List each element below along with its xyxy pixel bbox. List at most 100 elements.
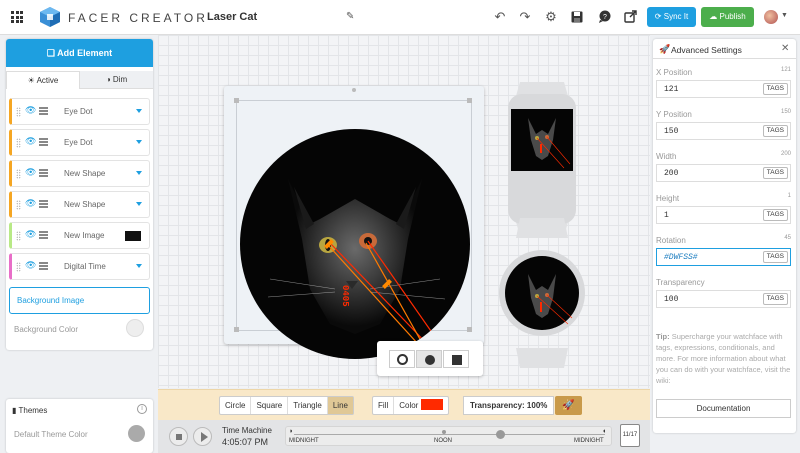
resize-handle[interactable]: [234, 327, 239, 332]
tags-button[interactable]: TAGS: [762, 293, 788, 305]
rotation-field[interactable]: TAGS: [656, 248, 791, 266]
eye-icon[interactable]: 👁: [25, 167, 36, 178]
y-position-field[interactable]: TAGS: [656, 122, 791, 140]
drag-handle-icon[interactable]: [16, 107, 21, 117]
tab-active[interactable]: ☀ Active: [6, 71, 80, 89]
tags-button[interactable]: TAGS: [762, 83, 788, 95]
align-icon: [39, 138, 48, 147]
background-color-swatch[interactable]: [126, 319, 144, 337]
stop-button[interactable]: [169, 427, 188, 446]
rocket-icon[interactable]: 🚀: [555, 396, 582, 415]
x-position-hint: 121: [780, 67, 791, 73]
eye-icon[interactable]: 👁: [25, 105, 36, 116]
round-watch-preview[interactable]: [498, 218, 586, 368]
layer-label: Eye Dot: [64, 138, 93, 147]
mask-circle-button[interactable]: [416, 350, 442, 368]
chat-help-icon[interactable]: ?: [598, 10, 611, 23]
eye-icon[interactable]: 👁: [25, 198, 36, 209]
chevron-down-icon[interactable]: [136, 109, 142, 113]
color-swatch[interactable]: [421, 399, 444, 410]
settings-gear-icon[interactable]: ⚙: [543, 9, 559, 25]
facer-logo-icon: [40, 7, 60, 27]
width-field[interactable]: TAGS: [656, 164, 791, 182]
tags-button[interactable]: TAGS: [762, 251, 788, 263]
transparency-control[interactable]: Transparency: 100%: [463, 396, 555, 415]
drag-handle-icon[interactable]: [16, 169, 21, 179]
rotation-input[interactable]: [657, 249, 757, 265]
x-position-input[interactable]: [657, 81, 757, 97]
tags-button[interactable]: TAGS: [762, 125, 788, 137]
tab-dim[interactable]: ◑ Dim: [80, 71, 153, 89]
chevron-down-icon[interactable]: [136, 264, 142, 268]
info-icon[interactable]: i: [137, 404, 147, 414]
drag-handle-icon[interactable]: [16, 138, 21, 148]
resize-handle[interactable]: [234, 98, 239, 103]
mask-square-button[interactable]: [443, 350, 469, 368]
square-watch-preview[interactable]: [504, 82, 580, 236]
layer-item[interactable]: 👁 Eye Dot: [9, 98, 150, 125]
time-slider[interactable]: ◗ ◖ MIDNIGHT NOON MIDNIGHT: [285, 426, 612, 446]
drag-handle-icon[interactable]: [16, 200, 21, 210]
layer-item[interactable]: 👁 Digital Time: [9, 253, 150, 280]
y-position-input[interactable]: [657, 123, 757, 139]
shape-circle-button[interactable]: Circle: [220, 397, 252, 414]
chevron-down-icon[interactable]: ▼: [781, 12, 788, 19]
color-button[interactable]: Color: [394, 397, 448, 414]
transparency-field[interactable]: TAGS: [656, 290, 791, 308]
tags-button[interactable]: TAGS: [762, 167, 788, 179]
background-image-item[interactable]: Background Image: [9, 287, 150, 314]
layers-panel: ❏ Add Element ☀ Active ◑ Dim 👁 Eye Dot 👁…: [6, 39, 153, 350]
project-name: Laser Cat: [207, 11, 258, 23]
shape-square-button[interactable]: Square: [251, 397, 289, 414]
time-slider-knob[interactable]: [496, 430, 505, 439]
shape-line-button[interactable]: Line: [327, 397, 353, 414]
apps-grid-icon[interactable]: [11, 11, 23, 23]
width-input[interactable]: [657, 165, 757, 181]
sync-button[interactable]: ⟳ Sync It: [647, 7, 696, 27]
chevron-down-icon[interactable]: [136, 202, 142, 206]
design-canvas[interactable]: 0405: [158, 35, 650, 388]
layer-item[interactable]: 👁 New Shape: [9, 160, 150, 187]
eye-icon[interactable]: 👁: [25, 229, 36, 240]
height-label: Height: [656, 194, 680, 203]
midnight-label: MIDNIGHT: [289, 438, 319, 444]
eye-icon[interactable]: 👁: [25, 260, 36, 271]
layer-item[interactable]: 👁 New Shape: [9, 191, 150, 218]
layer-item[interactable]: 👁 Eye Dot: [9, 129, 150, 156]
resize-handle[interactable]: [467, 98, 472, 103]
transparency-input[interactable]: [657, 291, 757, 307]
calendar-icon[interactable]: 11/17: [620, 424, 640, 447]
eye-icon[interactable]: 👁: [25, 136, 36, 147]
documentation-button[interactable]: Documentation: [656, 399, 791, 418]
mask-none-button[interactable]: [389, 350, 415, 368]
share-icon[interactable]: [624, 10, 637, 23]
user-avatar[interactable]: [764, 10, 778, 24]
midnight-label: MIDNIGHT: [574, 438, 604, 444]
tags-button[interactable]: TAGS: [762, 209, 788, 221]
chevron-down-icon[interactable]: [136, 171, 142, 175]
resize-handle[interactable]: [467, 327, 472, 332]
close-icon[interactable]: ✕: [781, 43, 789, 54]
undo-icon[interactable]: ↶: [492, 9, 508, 25]
layer-item[interactable]: 👁 New Image: [9, 222, 150, 249]
circle-icon: [425, 355, 435, 365]
save-icon[interactable]: [571, 11, 583, 23]
theme-color-swatch[interactable]: [128, 425, 145, 442]
fill-button[interactable]: Fill: [373, 397, 395, 414]
height-field[interactable]: TAGS: [656, 206, 791, 224]
height-input[interactable]: [657, 207, 757, 223]
chevron-down-icon[interactable]: [136, 140, 142, 144]
edit-name-icon[interactable]: ✎: [346, 11, 354, 22]
watchface-preview[interactable]: 0405: [240, 129, 470, 359]
add-element-button[interactable]: ❏ Add Element: [6, 39, 153, 67]
play-button[interactable]: [193, 427, 212, 446]
x-position-label: X Position: [656, 68, 693, 77]
shape-triangle-button[interactable]: Triangle: [288, 397, 328, 414]
drag-handle-icon[interactable]: [16, 231, 21, 241]
advanced-settings-title: Advanced Settings: [671, 45, 742, 55]
redo-icon[interactable]: ↷: [517, 9, 533, 25]
x-position-field[interactable]: TAGS: [656, 80, 791, 98]
publish-button[interactable]: ☁ Publish: [701, 7, 754, 27]
drag-handle-icon[interactable]: [16, 262, 21, 272]
rotate-handle[interactable]: [352, 88, 356, 92]
